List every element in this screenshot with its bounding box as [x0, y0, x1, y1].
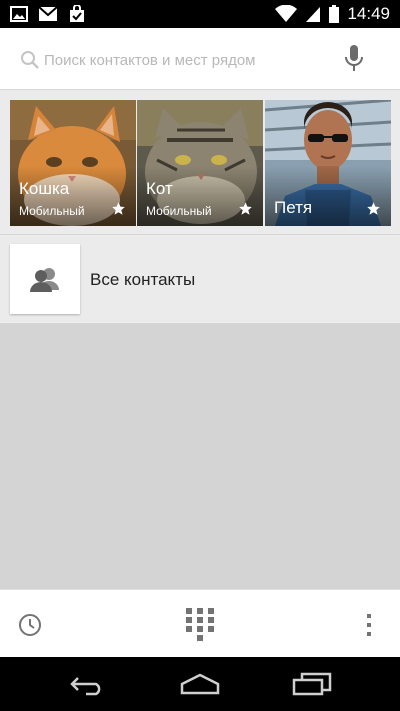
all-contacts-label: Все контакты [90, 270, 196, 289]
star-icon [367, 202, 380, 215]
microphone-icon[interactable] [344, 44, 364, 74]
clock-time: 14:49 [347, 4, 390, 23]
home-icon[interactable] [179, 672, 221, 696]
search-icon [21, 51, 39, 69]
favorites-grid: Кошка Мобильный Кот Мобильный Петя [0, 90, 400, 235]
star-icon [112, 202, 125, 215]
favorite-contact-tile[interactable]: Кошка Мобильный [10, 100, 136, 226]
bottom-action-bar [0, 589, 400, 657]
star-icon [239, 202, 252, 215]
recent-apps-icon[interactable] [292, 672, 332, 696]
call-history-icon[interactable] [18, 613, 42, 637]
all-contacts-icon-box [10, 244, 80, 314]
all-contacts-row[interactable]: Все контакты [0, 236, 400, 324]
favorite-name: Кошка [19, 179, 70, 198]
search-bar [0, 28, 400, 90]
store-notification-icon [70, 5, 84, 22]
favorite-contact-tile[interactable]: Кот Мобильный [137, 100, 263, 226]
wifi-icon [275, 5, 298, 22]
overflow-menu-icon[interactable] [365, 613, 373, 637]
favorite-phone-type: Мобильный [19, 204, 85, 218]
battery-icon [329, 5, 340, 23]
people-icon [30, 268, 59, 292]
system-navigation-bar [0, 657, 400, 711]
favorite-name: Кот [146, 179, 173, 198]
signal-icon [306, 7, 321, 22]
search-input[interactable] [44, 46, 334, 74]
gmail-notification-icon [38, 6, 58, 21]
dialpad-icon[interactable] [186, 608, 214, 642]
favorite-phone-type: Мобильный [146, 204, 212, 218]
status-bar: 14:49 [0, 0, 400, 28]
back-icon[interactable] [68, 672, 108, 696]
empty-list-area [0, 324, 400, 589]
gallery-notification-icon [10, 6, 28, 22]
favorite-contact-tile[interactable]: Петя [265, 100, 391, 226]
favorite-name: Петя [274, 198, 313, 217]
